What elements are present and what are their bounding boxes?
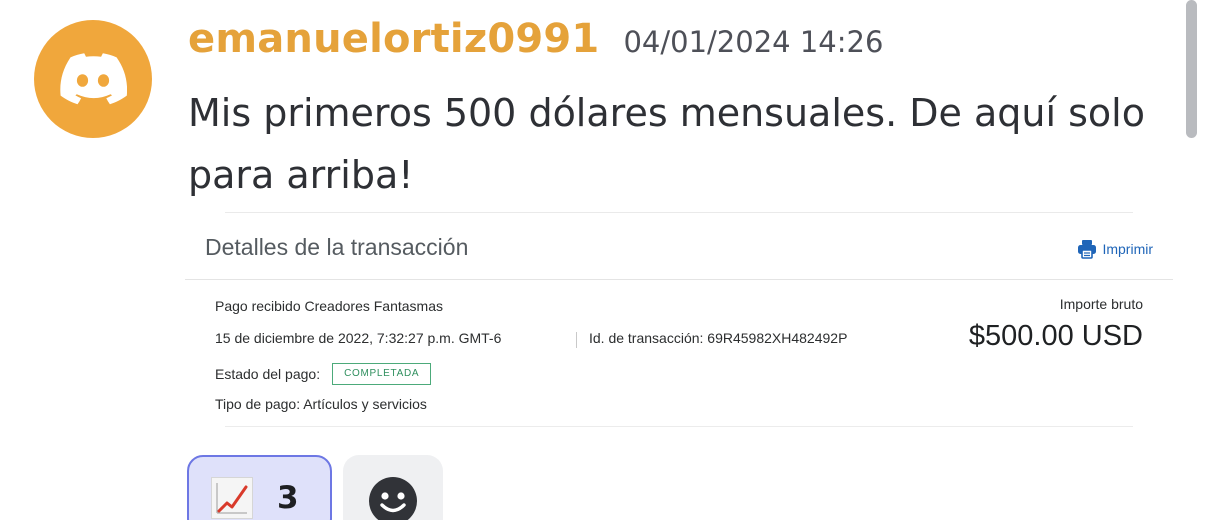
print-label: Imprimir	[1102, 241, 1153, 257]
scrollbar[interactable]	[1186, 0, 1197, 138]
payment-date: 15 de diciembre de 2022, 7:32:27 p.m. GM…	[215, 330, 502, 346]
timestamp: 04/01/2024 14:26	[623, 25, 884, 59]
discord-logo-icon	[60, 53, 127, 105]
message-text: Mis primeros 500 dólares mensuales. De a…	[188, 91, 1145, 197]
message-header: emanuelortiz0991 04/01/2024 14:26	[188, 16, 883, 62]
avatar[interactable]	[34, 20, 152, 138]
chart-increasing-icon	[211, 477, 253, 519]
username[interactable]: emanuelortiz0991	[188, 16, 599, 62]
payment-type: Tipo de pago: Artículos y servicios	[215, 396, 427, 412]
status-label: Estado del pago:	[215, 366, 321, 382]
embed-title: Detalles de la transacción	[205, 234, 469, 260]
divider	[185, 279, 1173, 280]
payment-status-row: Estado del pago: COMPLETADA	[215, 363, 432, 385]
payment-description: Pago recibido Creadores Fantasmas	[215, 298, 444, 314]
smiley-face-icon	[369, 477, 417, 520]
reaction-count: 3	[277, 480, 299, 516]
divider	[225, 426, 1133, 427]
status-badge: COMPLETADA	[332, 363, 432, 385]
add-reaction-button[interactable]	[343, 455, 443, 520]
printer-icon	[1078, 240, 1097, 259]
divider	[225, 212, 1133, 213]
print-button[interactable]: Imprimir	[1076, 238, 1153, 260]
transaction-embed: Detalles de la transacción Imprimir Pago…	[185, 212, 1173, 428]
amount-value: $500.00 USD	[968, 320, 1143, 352]
reaction-button[interactable]: 3	[187, 455, 332, 520]
separator	[576, 332, 577, 348]
amount-label: Importe bruto	[1059, 296, 1143, 312]
transaction-id: Id. de transacción: 69R45982XH482492P	[589, 330, 848, 346]
